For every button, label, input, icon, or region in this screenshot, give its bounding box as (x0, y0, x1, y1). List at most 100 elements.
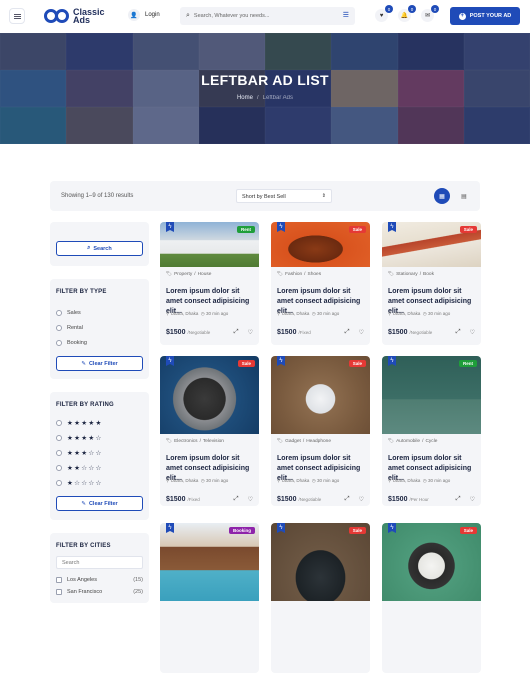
type-clear-filter-button[interactable]: ✎ Clear Filter (56, 356, 143, 371)
type-option-rental[interactable]: Rental (56, 320, 143, 335)
breadcrumb: Home / Leftbar Ads (236, 95, 294, 101)
messages-button[interactable]: ✉ 0 (421, 5, 439, 22)
logo-text-line2: Ads (73, 15, 91, 25)
ad-card[interactable]: ϟ Sale 🏷 Gadget / Headphone Lorem ipsum d… (271, 356, 370, 506)
tag-icon: 🏷 (277, 439, 284, 444)
ad-image[interactable] (382, 356, 481, 434)
ad-price: $1500 (388, 496, 408, 503)
rating-option-5[interactable]: ★★★★★ (56, 415, 143, 430)
ad-card[interactable]: ϟ Sale (271, 523, 370, 673)
brush-icon: ✎ (81, 500, 86, 507)
sort-select[interactable]: Short by Best Sell ⇕ (236, 189, 332, 203)
ad-price: $1500 (166, 496, 186, 503)
heart-icon[interactable]: ♡ (359, 329, 364, 336)
notifications-badge: 0 (408, 5, 416, 13)
notifications-button[interactable]: 🔔 0 (398, 5, 416, 22)
ad-subcategory[interactable]: Headphone (306, 439, 331, 444)
star-icon: ★☆☆☆☆ (67, 479, 103, 487)
ad-category[interactable]: Fashion (285, 272, 302, 277)
rating-option-2[interactable]: ★★☆☆☆ (56, 460, 143, 475)
ad-image[interactable] (271, 523, 370, 601)
ad-location: Uttara, Dhaka (281, 311, 310, 316)
heart-icon[interactable]: ♡ (470, 329, 475, 336)
ad-time: 30 min ago (206, 311, 229, 316)
site-header: Classic Ads 👤 Login ⌕ Search, Whatever y… (0, 0, 530, 33)
rating-option-1[interactable]: ★☆☆☆☆ (56, 475, 143, 490)
ad-image[interactable] (160, 523, 259, 601)
heart-icon[interactable]: ♡ (470, 496, 475, 503)
compare-icon[interactable]: ⤢ (234, 496, 239, 503)
search-bar[interactable]: ⌕ Search, Whatever you needs... ☰ (180, 7, 355, 25)
rating-option-4[interactable]: ★★★★☆ (56, 430, 143, 445)
breadcrumb-home[interactable]: Home (237, 95, 253, 101)
ad-category[interactable]: Gadget (285, 439, 301, 444)
ad-subcategory[interactable]: Television (203, 439, 224, 444)
radio-icon (56, 339, 62, 346)
ad-time: 30 min ago (428, 311, 451, 316)
heart-icon[interactable]: ♡ (359, 496, 364, 503)
filter-cities-title: FILTER BY CITIES (56, 543, 111, 549)
ad-tag-badge: Sale (459, 527, 477, 534)
ad-category[interactable]: Stationary (396, 272, 418, 277)
sidebar-search-button[interactable]: ⌕ Search (56, 241, 143, 256)
location-pin-icon: ⚲ (277, 478, 281, 483)
ad-tag-badge: Sale (459, 226, 477, 233)
tag-icon: 🏷 (277, 272, 284, 277)
ad-subcategory[interactable]: House (198, 272, 212, 277)
cities-search-input[interactable]: Search (56, 556, 143, 569)
heart-icon[interactable]: ♡ (248, 496, 253, 503)
menu-toggle-button[interactable] (9, 8, 25, 24)
ad-price-note: /Per Hour (409, 497, 429, 502)
breadcrumb-current: Leftbar Ads (262, 95, 294, 101)
ad-card[interactable]: ϟ Rent 🏷 Automobile / Cycle Lorem ipsum d… (382, 356, 481, 506)
clock-icon: ◷ (200, 311, 205, 316)
ad-card[interactable]: ϟ Rent 🏷 Property / House Lorem ipsum dol… (160, 222, 259, 345)
compare-icon[interactable]: ⤢ (456, 329, 461, 336)
grid-view-button[interactable]: ▦ (434, 188, 450, 204)
list-view-button[interactable]: ▤ (456, 188, 472, 204)
ad-time: 30 min ago (428, 478, 451, 483)
city-option[interactable]: Los Angeles (15) (56, 574, 143, 586)
search-input[interactable]: Search, Whatever you needs... (194, 13, 270, 19)
logo[interactable]: Classic Ads (44, 8, 105, 25)
ad-price: $1500 (166, 329, 186, 336)
login-link[interactable]: 👤 Login (128, 9, 160, 21)
city-option[interactable]: San Francisco (25) (56, 586, 143, 598)
rating-option-3[interactable]: ★★★☆☆ (56, 445, 143, 460)
ad-card[interactable]: ϟ Sale (382, 523, 481, 673)
location-pin-icon: ⚲ (166, 311, 170, 316)
filter-icon[interactable]: ☰ (343, 11, 349, 19)
compare-icon[interactable]: ⤢ (345, 329, 350, 336)
heart-icon[interactable]: ♡ (248, 329, 253, 336)
ad-subcategory[interactable]: Shoes (308, 272, 322, 277)
post-your-ad-button[interactable]: + POST YOUR AD (450, 7, 520, 25)
clock-icon: ◷ (311, 478, 316, 483)
ad-card[interactable]: ϟ Booking (160, 523, 259, 673)
ad-subcategory[interactable]: Cycle (425, 439, 437, 444)
ad-category[interactable]: Electronics (174, 439, 197, 444)
type-option-booking[interactable]: Booking (56, 335, 143, 350)
ad-card[interactable]: ϟ Sale 🏷 Fashion / Shoes Lorem ipsum dolo… (271, 222, 370, 345)
ad-category[interactable]: Property (174, 272, 192, 277)
ad-tag-badge: Sale (237, 360, 255, 367)
ad-tag-badge: Sale (348, 226, 366, 233)
login-label: Login (145, 12, 160, 18)
compare-icon[interactable]: ⤢ (234, 329, 239, 336)
ad-image[interactable] (271, 356, 370, 434)
rating-clear-filter-button[interactable]: ✎ Clear Filter (56, 496, 143, 511)
list-icon: ▤ (461, 193, 467, 200)
compare-icon[interactable]: ⤢ (345, 496, 350, 503)
favorites-button[interactable]: ♥ 0 (375, 5, 393, 22)
ad-subcategory[interactable]: Book (423, 272, 434, 277)
compare-icon[interactable]: ⤢ (456, 496, 461, 503)
results-count: Showing 1–9 of 130 results (61, 193, 134, 199)
ad-card[interactable]: ϟ Sale 🏷 Electronics / Television Lorem i… (160, 356, 259, 506)
ad-image[interactable] (382, 523, 481, 601)
ad-card[interactable]: ϟ Sale 🏷 Stationary / Book Lorem ipsum do… (382, 222, 481, 345)
ad-image[interactable] (160, 356, 259, 434)
ad-price: $1500 (277, 496, 297, 503)
ad-price-note: /Fixed (298, 330, 311, 335)
type-option-sales[interactable]: Sales (56, 305, 143, 320)
ad-category[interactable]: Automobile (396, 439, 420, 444)
filter-rating-title: FILTER BY RATING (56, 402, 114, 408)
